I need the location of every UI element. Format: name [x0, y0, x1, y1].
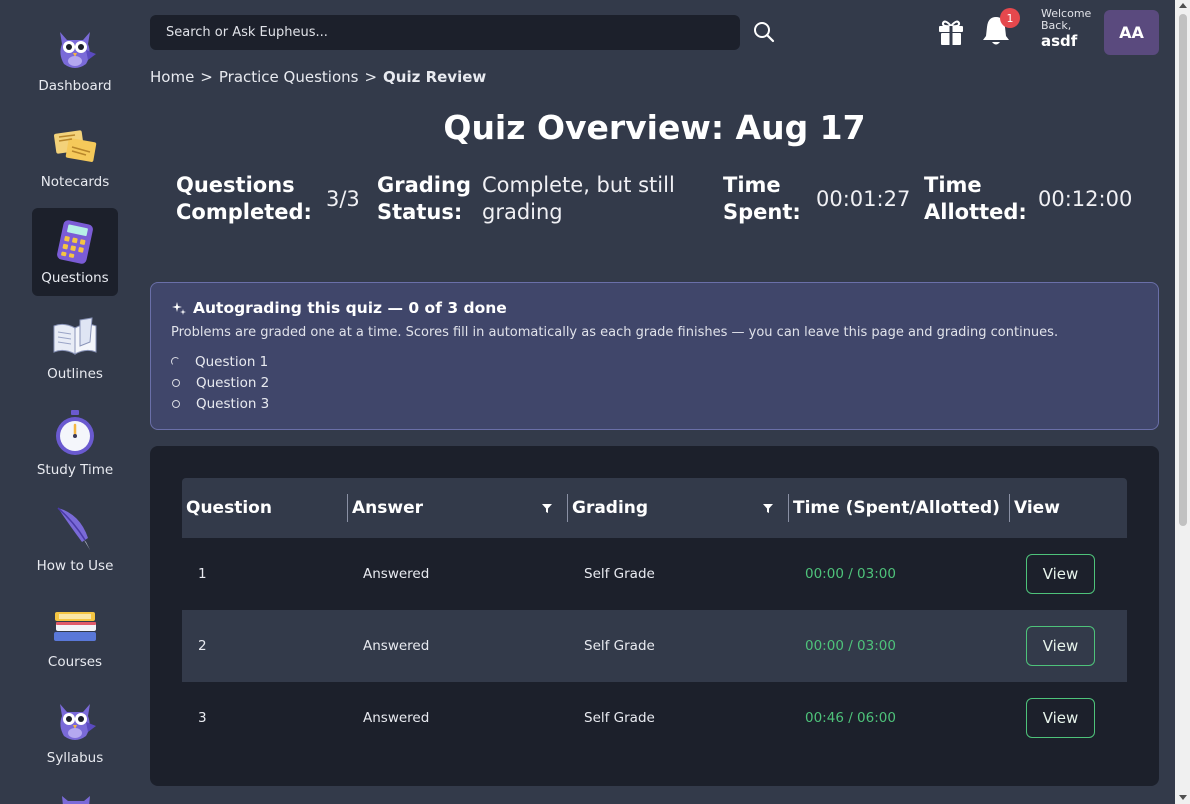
sidebar-item-label: Study Time	[36, 462, 114, 478]
autograding-panel: Autograding this quiz — 0 of 3 done Prob…	[150, 282, 1159, 430]
column-header-grading[interactable]: Grading	[568, 478, 648, 538]
notification-button[interactable]: 1	[981, 8, 1020, 48]
grading-status-label: Grading Status:	[377, 173, 471, 224]
view-button[interactable]: View	[1026, 554, 1095, 594]
search-bar[interactable]	[150, 15, 740, 50]
quill-pen-icon	[50, 504, 100, 554]
sidebar-item-label: Questions	[41, 270, 109, 286]
time-spent-label: Time Spent:	[723, 173, 801, 224]
sidebar-item-label: Syllabus	[46, 750, 104, 766]
autograding-description: Problems are graded one at a time. Score…	[171, 325, 1059, 340]
list-item: Question 1	[171, 351, 1138, 372]
view-button[interactable]: View	[1026, 698, 1095, 738]
sidebar-item-how-to-use[interactable]: How to Use	[32, 496, 118, 584]
table-row: 2 Answered Self Grade 00:00 / 03:00 View	[182, 610, 1127, 682]
time-allotted-value: 00:12:00	[1038, 187, 1133, 211]
notification-badge: 1	[1000, 8, 1020, 28]
sidebar-item-courses[interactable]: Courses	[32, 592, 118, 680]
filter-icon[interactable]	[762, 502, 774, 514]
sidebar-item-partial[interactable]	[58, 792, 94, 804]
quiz-stats: Questions Completed: 3/3 Grading Status:…	[0, 172, 1190, 232]
autograding-title: Autograding this quiz — 0 of 3 done	[171, 299, 1138, 317]
breadcrumb-current: Quiz Review	[383, 68, 487, 86]
spinner-icon	[171, 357, 180, 366]
username: asdf	[1041, 32, 1078, 50]
scroll-up-arrow-icon[interactable]	[1179, 3, 1187, 8]
sidebar-item-study-time[interactable]: Study Time	[32, 400, 118, 488]
breadcrumb-separator: >	[364, 68, 378, 86]
autograding-item-label: Question 1	[195, 353, 269, 370]
autograding-item-label: Question 2	[196, 374, 270, 391]
autograding-item-label: Question 3	[196, 395, 270, 412]
questions-completed-value: 3/3	[326, 187, 360, 211]
cell-time: 00:46 / 06:00	[805, 710, 896, 726]
autograding-list: Question 1 Question 2 Question 3	[171, 351, 1138, 414]
pending-circle-icon	[172, 399, 180, 408]
questions-completed-label: Questions Completed:	[176, 173, 312, 224]
table-header: Question Answer Grading Time (Spent/Allo…	[182, 478, 1127, 538]
cell-grading: Self Grade	[584, 566, 655, 582]
cell-question: 2	[198, 638, 207, 654]
sidebar-item-dashboard[interactable]: Dashboard	[32, 16, 118, 104]
column-header-answer[interactable]: Answer	[348, 478, 423, 538]
sidebar-item-outlines[interactable]: Outlines	[32, 304, 118, 392]
time-spent-value: 00:01:27	[816, 187, 911, 211]
column-header-view[interactable]: View	[1010, 478, 1060, 538]
welcome-text: Welcome Back,	[1041, 7, 1092, 32]
search-icon[interactable]	[752, 20, 776, 44]
list-item: Question 2	[171, 372, 1138, 393]
table-row: 1 Answered Self Grade 00:00 / 03:00 View	[182, 538, 1127, 610]
breadcrumb-practice-questions[interactable]: Practice Questions	[219, 68, 359, 86]
sidebar-item-label: Dashboard	[38, 78, 112, 94]
breadcrumb-home[interactable]: Home	[150, 68, 194, 86]
page-title: Quiz Overview: Aug 17	[443, 108, 866, 147]
scroll-down-arrow-icon[interactable]	[1179, 795, 1187, 800]
table-row: 3 Answered Self Grade 00:46 / 06:00 View	[182, 682, 1127, 754]
stopwatch-icon	[50, 408, 100, 458]
filter-icon[interactable]	[541, 502, 553, 514]
cell-question: 3	[198, 710, 207, 726]
sidebar-item-label: How to Use	[36, 558, 114, 574]
sparkle-icon	[172, 302, 186, 315]
avatar[interactable]: AA	[1104, 10, 1159, 55]
search-input[interactable]	[166, 25, 724, 40]
questions-table: Question Answer Grading Time (Spent/Allo…	[150, 446, 1159, 786]
pending-circle-icon	[172, 378, 180, 387]
open-book-icon	[50, 312, 100, 362]
cell-grading: Self Grade	[584, 638, 655, 654]
page-scrollbar[interactable]	[1175, 0, 1190, 804]
notecards-icon	[50, 120, 100, 170]
sidebar-item-label: Outlines	[47, 366, 103, 382]
book-stack-icon	[50, 600, 100, 650]
cell-grading: Self Grade	[584, 710, 655, 726]
welcome-block: Welcome Back, asdf	[1041, 7, 1101, 50]
column-header-time[interactable]: Time (Spent/Allotted)	[789, 478, 1000, 538]
cell-time: 00:00 / 03:00	[805, 638, 896, 654]
cell-answer: Answered	[363, 638, 430, 654]
owl-icon	[50, 24, 100, 74]
sidebar: Dashboard Notecards Questions Outlines S…	[0, 0, 150, 804]
view-button[interactable]: View	[1026, 626, 1095, 666]
owl-icon	[50, 696, 100, 746]
list-item: Question 3	[171, 393, 1138, 414]
cell-answer: Answered	[363, 710, 430, 726]
column-header-question[interactable]: Question	[182, 478, 272, 538]
autograding-title-text: Autograding this quiz — 0 of 3 done	[193, 299, 507, 317]
breadcrumb: Home > Practice Questions > Quiz Review	[150, 68, 486, 86]
gift-icon[interactable]	[937, 18, 965, 46]
sidebar-item-syllabus[interactable]: Syllabus	[32, 688, 118, 776]
breadcrumb-separator: >	[200, 68, 213, 86]
cell-time: 00:00 / 03:00	[805, 566, 896, 582]
time-allotted-label: Time Allotted:	[924, 173, 1027, 224]
sidebar-item-label: Courses	[47, 654, 103, 670]
grading-status-value: Complete, but still grading	[482, 173, 675, 224]
cell-answer: Answered	[363, 566, 430, 582]
scrollbar-thumb[interactable]	[1179, 14, 1187, 526]
cell-question: 1	[198, 566, 207, 582]
owl-icon	[62, 796, 90, 804]
